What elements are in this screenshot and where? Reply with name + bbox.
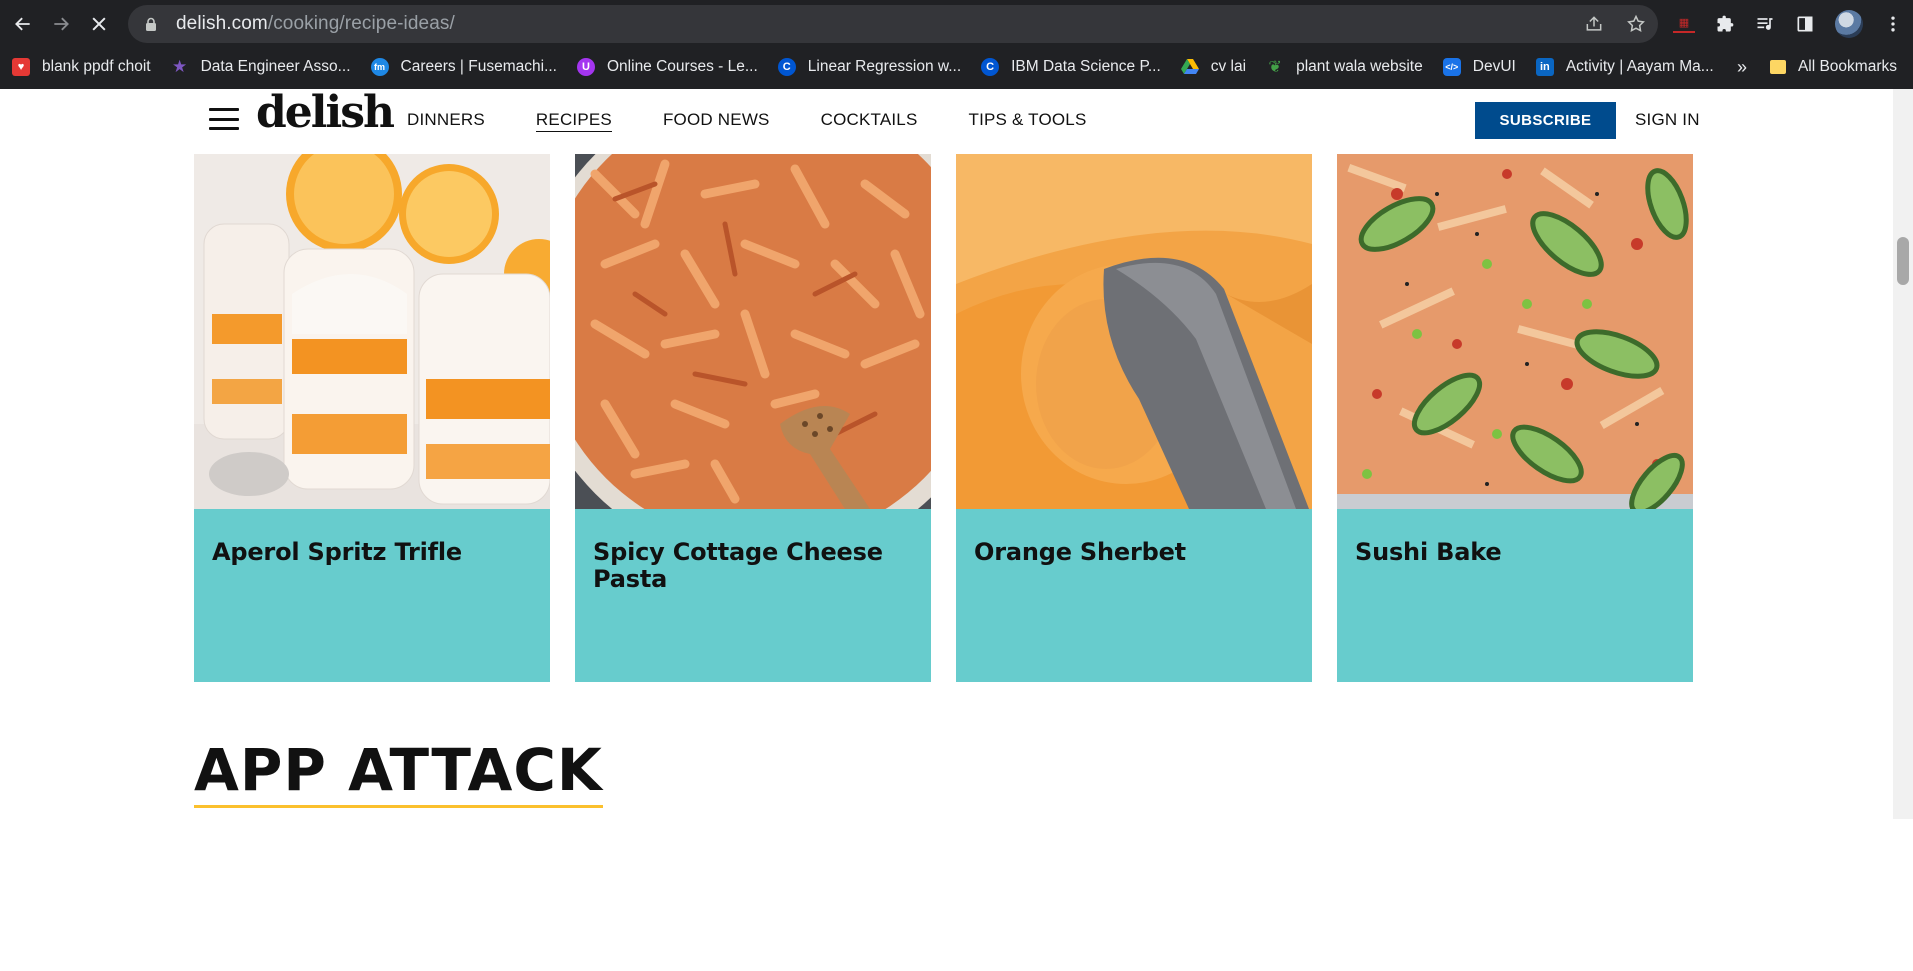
recipe-card-row: Aperol Spritz Trifle Spicy Cottage Chees… xyxy=(194,154,1695,682)
browser-chrome: delish.com/cooking/recipe-ideas/ ▦ ♥ bla… xyxy=(0,0,1913,89)
bookmark-label: plant wala website xyxy=(1296,58,1423,75)
bookmarks-overflow-button[interactable]: » xyxy=(1737,52,1747,82)
site-header: delish DINNERS RECIPES FOOD NEWS COCKTAI… xyxy=(0,89,1893,153)
bookmark-star-icon[interactable] xyxy=(1626,14,1646,34)
bookmark-label: Data Engineer Asso... xyxy=(200,58,351,75)
address-bar[interactable]: delish.com/cooking/recipe-ideas/ xyxy=(128,5,1658,43)
coursera-icon: C xyxy=(981,58,1000,76)
section-heading: APP ATTACK xyxy=(194,741,603,808)
calendar-extension-icon[interactable]: ▦ xyxy=(1673,15,1695,33)
bookmark-item[interactable]: C IBM Data Science P... xyxy=(981,53,1161,81)
folder-icon xyxy=(1769,60,1786,74)
bookmark-label: Online Courses - Le... xyxy=(607,58,758,75)
recipe-title[interactable]: Aperol Spritz Trifle xyxy=(212,539,532,566)
linkedin-icon: in xyxy=(1535,58,1554,76)
bookmark-item[interactable]: ❦ plant wala website xyxy=(1266,53,1423,81)
page-scrollbar[interactable] xyxy=(1893,89,1913,819)
media-queue-icon[interactable] xyxy=(1755,14,1775,34)
bookmark-label: DevUI xyxy=(1472,58,1516,75)
extensions-puzzle-icon[interactable] xyxy=(1715,14,1735,34)
recipe-card[interactable]: Aperol Spritz Trifle xyxy=(194,154,550,682)
recipe-title[interactable]: Orange Sherbet xyxy=(974,539,1294,566)
recipe-photo-trifle[interactable] xyxy=(194,154,550,509)
nav-cocktails[interactable]: COCKTAILS xyxy=(821,109,918,132)
close-icon xyxy=(92,16,106,31)
recipe-card[interactable]: Orange Sherbet xyxy=(956,154,1312,682)
recipe-card[interactable]: Spicy Cottage Cheese Pasta xyxy=(575,154,931,682)
recipe-card[interactable]: Sushi Bake xyxy=(1337,154,1693,682)
bookmark-item[interactable]: fm Careers | Fusemachi... xyxy=(370,53,558,81)
google-drive-icon xyxy=(1180,58,1199,76)
recipe-caption[interactable]: Aperol Spritz Trifle xyxy=(194,509,550,682)
bookmark-item[interactable]: in Activity | Aayam Ma... xyxy=(1535,53,1714,81)
recipe-title[interactable]: Sushi Bake xyxy=(1355,539,1675,566)
bookmark-label: cv lai xyxy=(1210,58,1247,75)
plant-icon: ❦ xyxy=(1268,59,1282,76)
nav-food-news[interactable]: FOOD NEWS xyxy=(663,109,770,132)
recipe-photo-sherbet[interactable] xyxy=(956,154,1312,509)
url-path: /cooking/recipe-ideas/ xyxy=(267,13,455,34)
site-logo[interactable]: delish xyxy=(256,91,395,135)
recipe-photo-pasta[interactable] xyxy=(575,154,931,509)
recipe-title[interactable]: Spicy Cottage Cheese Pasta xyxy=(593,539,913,593)
side-panel-icon[interactable] xyxy=(1795,14,1815,34)
recipe-caption[interactable]: Orange Sherbet xyxy=(956,509,1312,682)
recipe-caption[interactable]: Spicy Cottage Cheese Pasta xyxy=(575,509,931,682)
recipe-photo-sushi-bake[interactable] xyxy=(1337,154,1693,509)
all-bookmarks-button[interactable]: All Bookmarks xyxy=(1769,52,1897,82)
url-domain: delish.com xyxy=(176,13,268,34)
fusemachines-icon: fm xyxy=(370,58,389,76)
recipe-caption[interactable]: Sushi Bake xyxy=(1337,509,1693,682)
back-button[interactable] xyxy=(4,5,42,43)
bookmark-label: Activity | Aayam Ma... xyxy=(1565,58,1714,75)
bookmark-item[interactable]: </> DevUI xyxy=(1442,53,1516,81)
bookmark-item[interactable]: C Linear Regression w... xyxy=(777,53,962,81)
bookmark-label: Linear Regression w... xyxy=(807,58,962,75)
bookmarks-bar: ♥ blank ppdf choit ★ Data Engineer Asso.… xyxy=(0,52,1913,82)
bookmark-label: Careers | Fusemachi... xyxy=(400,58,558,75)
web-page: delish DINNERS RECIPES FOOD NEWS COCKTAI… xyxy=(0,89,1893,971)
lock-icon xyxy=(146,17,156,31)
star-badge-icon: ★ xyxy=(171,57,188,76)
nav-dinners[interactable]: DINNERS xyxy=(407,109,485,132)
kebab-menu-icon[interactable] xyxy=(1883,14,1903,34)
devui-icon: </> xyxy=(1442,58,1461,76)
stop-loading-button[interactable] xyxy=(80,5,118,43)
bookmark-item[interactable]: U Online Courses - Le... xyxy=(577,53,758,81)
heart-icon: ♥ xyxy=(12,58,30,76)
nav-tips-tools[interactable]: TIPS & TOOLS xyxy=(969,109,1087,132)
nav-recipes[interactable]: RECIPES xyxy=(535,109,612,132)
main-nav: DINNERS RECIPES FOOD NEWS COCKTAILS TIPS… xyxy=(407,109,1138,132)
bookmark-item[interactable]: cv lai xyxy=(1180,53,1247,81)
udemy-icon: U xyxy=(577,58,595,76)
coursera-icon: C xyxy=(777,58,796,76)
sign-in-link[interactable]: SIGN IN xyxy=(1635,110,1700,130)
url-text: delish.com/cooking/recipe-ideas/ xyxy=(176,13,455,35)
subscribe-button[interactable]: SUBSCRIBE xyxy=(1475,102,1616,139)
forward-arrow-icon xyxy=(54,17,69,30)
scrollbar-thumb[interactable] xyxy=(1897,237,1909,285)
hamburger-menu-icon[interactable] xyxy=(209,105,239,133)
bookmark-label: IBM Data Science P... xyxy=(1011,58,1161,75)
browser-toolbar: delish.com/cooking/recipe-ideas/ ▦ xyxy=(0,0,1913,47)
back-arrow-icon xyxy=(15,17,30,30)
bookmark-label: blank ppdf choit xyxy=(42,58,151,75)
forward-button[interactable] xyxy=(42,5,80,43)
all-bookmarks-label: All Bookmarks xyxy=(1797,58,1897,75)
profile-avatar[interactable] xyxy=(1835,9,1863,38)
bookmark-item[interactable]: ★ Data Engineer Asso... xyxy=(171,53,351,81)
bookmark-item[interactable]: ♥ blank ppdf choit xyxy=(12,53,151,81)
share-icon[interactable] xyxy=(1584,14,1604,34)
